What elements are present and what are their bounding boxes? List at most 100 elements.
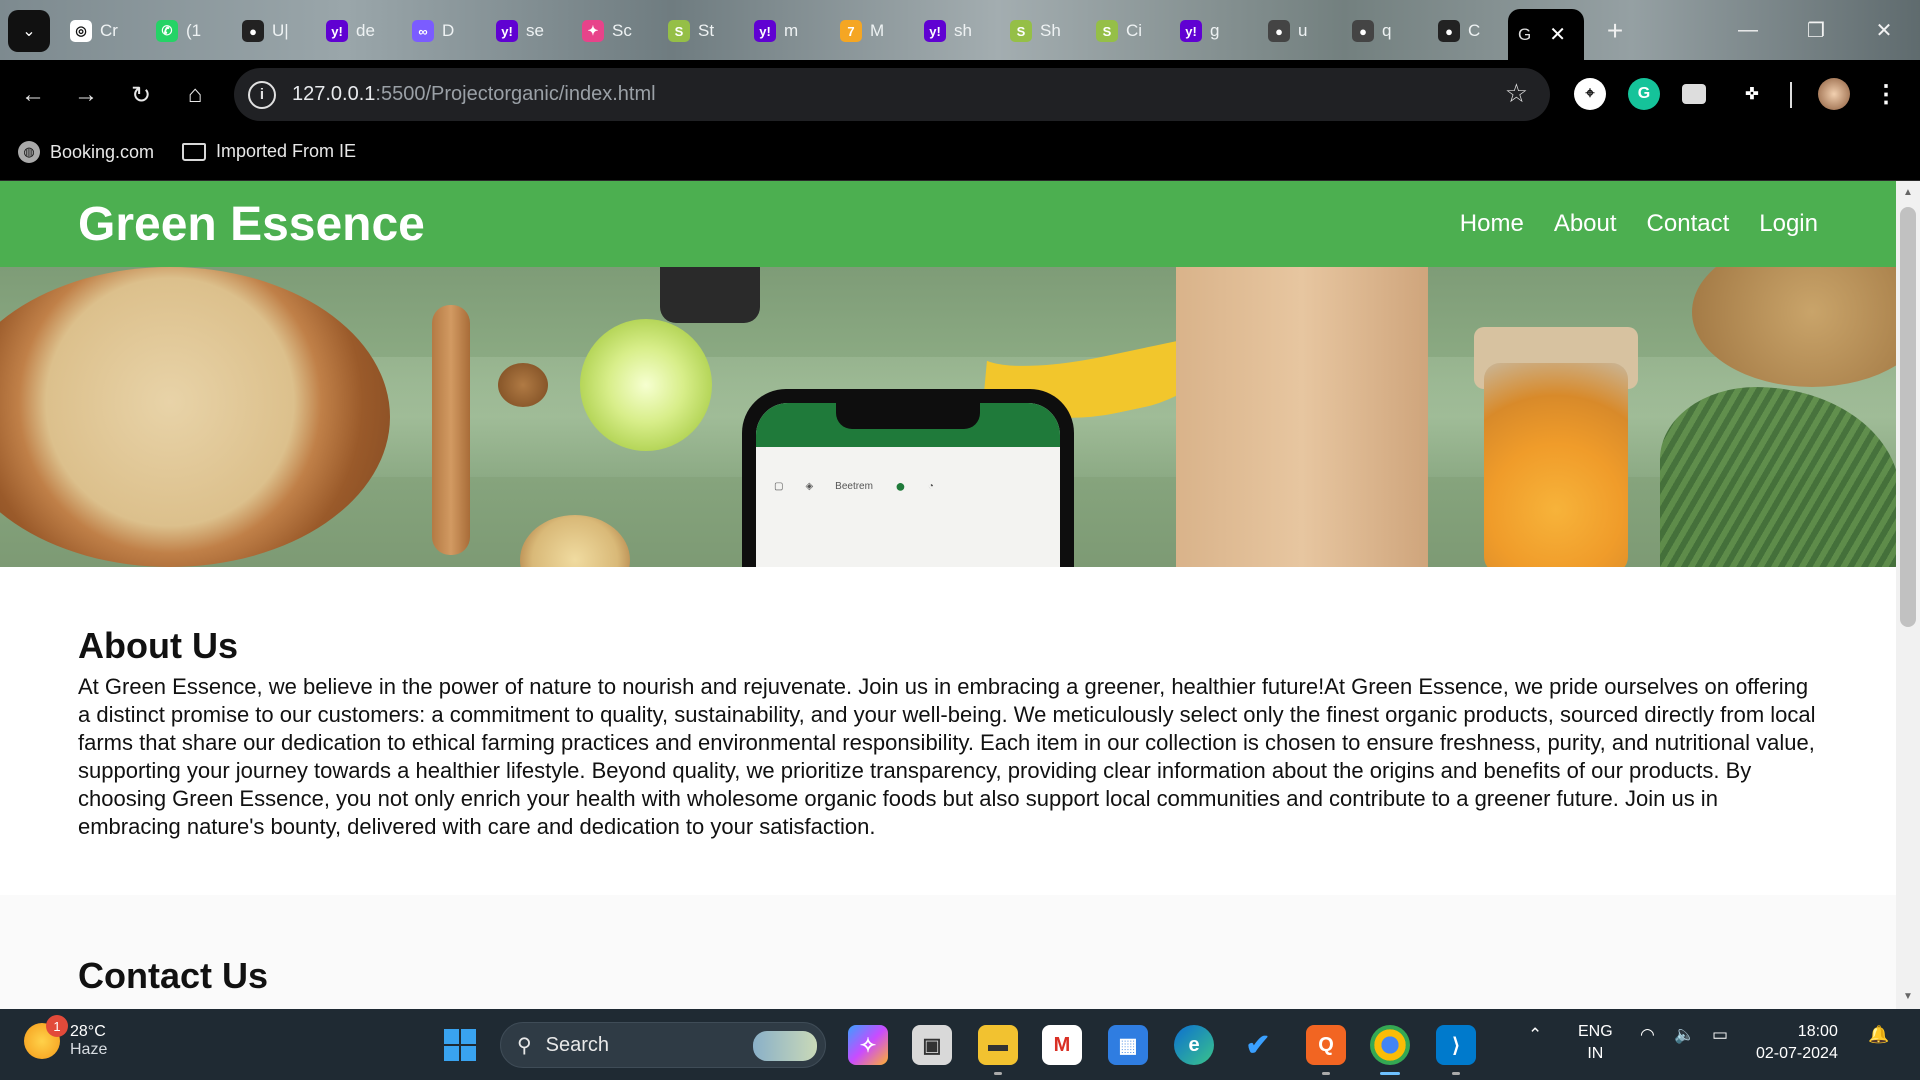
task-view-icon[interactable]: ▣ <box>912 1025 952 1065</box>
browser-tab[interactable]: ∞ D <box>412 12 484 50</box>
q-app-icon[interactable]: Q <box>1306 1025 1346 1075</box>
clock[interactable]: 18:00 02-07-2024 <box>1756 1021 1838 1065</box>
browser-tab[interactable]: ● C <box>1438 12 1510 50</box>
extension-cursor-icon[interactable]: ⌖ <box>1574 78 1606 110</box>
reload-button[interactable]: ↻ <box>122 76 160 114</box>
menu-kebab-icon[interactable]: ⋮ <box>1870 78 1902 110</box>
browser-tab-strip: ⌄ ◎ Cr ✆ (1 ● U| y! de ∞ Dy! se ✦ Sc S St y! m 7 My! sh S Sh S… <box>0 0 1920 60</box>
page-viewport: Green Essence Home About Contact Login ▢… <box>0 181 1920 1009</box>
hero-phone: ▢ ◈ Beetrem ● ◔ <box>742 389 1074 567</box>
hero-phone-leaf-icon: ◈ <box>805 480 814 492</box>
weather-widget[interactable]: 1 28°C Haze <box>24 1015 107 1059</box>
tab-title: C <box>1468 21 1481 40</box>
site-brand[interactable]: Green Essence <box>78 197 425 252</box>
windows-taskbar: 1 28°C Haze ⚲ Search ✧ ▣ ▬ M ▦ e ✔ Q ⟩ ⌃… <box>0 1009 1920 1080</box>
browser-tab[interactable]: ◎ Cr <box>70 12 142 50</box>
tab-active[interactable]: G ✕ <box>1508 9 1584 60</box>
grammarly-icon[interactable]: G <box>1628 78 1660 110</box>
tab-search-icon[interactable] <box>1682 84 1706 104</box>
hero-spoon-head <box>520 515 630 567</box>
nav-contact-link[interactable]: Contact <box>1647 210 1730 238</box>
search-placeholder: Search <box>545 1033 610 1056</box>
vscode-icon[interactable]: ⟩ <box>1436 1025 1476 1075</box>
browser-tab[interactable]: ✆ (1 <box>156 12 228 50</box>
weather-temp: 28°C <box>70 1023 106 1040</box>
chrome-icon[interactable] <box>1370 1025 1410 1075</box>
forward-button[interactable]: → <box>67 76 105 114</box>
nav-about-link[interactable]: About <box>1554 210 1617 238</box>
browser-tab[interactable]: ● q <box>1352 12 1424 50</box>
tab-title: q <box>1382 21 1392 40</box>
restore-icon: ❐ <box>1807 19 1825 42</box>
tab-search-button[interactable]: ⌄ <box>8 10 50 52</box>
wifi-icon[interactable]: ◠ <box>1640 1025 1655 1045</box>
close-tab-icon[interactable]: ✕ <box>1549 22 1566 47</box>
toolbar-divider <box>1790 82 1792 108</box>
browser-tab[interactable]: ● u <box>1268 12 1340 50</box>
site-info-icon[interactable]: i <box>248 80 276 109</box>
scroll-up-arrow-icon[interactable]: ▲ <box>1902 187 1914 198</box>
copilot-icon[interactable]: ✧ <box>848 1025 888 1065</box>
start-button[interactable] <box>444 1029 476 1061</box>
browser-tab[interactable]: ● U| <box>242 12 314 50</box>
running-indicator <box>994 1072 1002 1075</box>
bookmark-star-icon[interactable]: ☆ <box>1505 78 1528 109</box>
browser-tab[interactable]: y! g <box>1180 12 1252 50</box>
github-icon: ● <box>1268 20 1290 42</box>
hero-phone-dot-icon: ● <box>894 475 906 496</box>
browser-tab[interactable]: S Sh <box>1010 12 1082 50</box>
browser-tab[interactable]: S Ci <box>1096 12 1168 50</box>
browser-tab[interactable]: ✦ Sc <box>582 12 654 50</box>
restore-button[interactable]: ❐ <box>1796 12 1836 48</box>
nav-login-link[interactable]: Login <box>1759 210 1818 238</box>
close-icon: ✕ <box>1875 19 1893 42</box>
running-indicator <box>1322 1072 1330 1075</box>
hero-phone-item-icon: ▢ <box>774 480 784 492</box>
bookmark-booking[interactable]: ◍ Booking.com <box>18 141 154 163</box>
address-bar[interactable]: i 127.0.0.1:5500/Projectorganic/index.ht… <box>234 68 1550 121</box>
battery-icon[interactable]: ▭ <box>1712 1025 1728 1045</box>
browser-tab[interactable]: S St <box>668 12 740 50</box>
hero-lime <box>580 319 712 451</box>
arrow-left-icon: ← <box>21 81 45 108</box>
file-explorer-icon[interactable]: ▬ <box>978 1025 1018 1075</box>
nav-home-link[interactable]: Home <box>1460 210 1524 238</box>
gmail-icon[interactable]: M <box>1042 1025 1082 1065</box>
yahoo-icon: y! <box>1180 20 1202 42</box>
taskbar-search-box[interactable]: ⚲ Search <box>500 1022 826 1068</box>
browser-tab[interactable]: y! m <box>754 12 826 50</box>
new-tab-button[interactable]: + <box>1598 14 1632 48</box>
tab-title: U| <box>272 21 289 40</box>
bookmark-folder-imported[interactable]: Imported From IE <box>182 141 356 162</box>
hero-phone-text: Beetrem <box>835 480 873 492</box>
browser-tab[interactable]: y! sh <box>924 12 996 50</box>
back-button[interactable]: ← <box>14 76 52 114</box>
volume-icon[interactable]: 🔈 <box>1674 1025 1695 1045</box>
hero-jar-top <box>660 267 760 323</box>
browser-tab[interactable]: y! de <box>326 12 398 50</box>
todo-check-icon[interactable]: ✔ <box>1238 1025 1278 1065</box>
about-text: At Green Essence, we believe in the powe… <box>78 674 1816 839</box>
tab-title: D <box>442 21 455 40</box>
bookmark-label: Booking.com <box>50 141 155 162</box>
language-indicator[interactable]: ENG IN <box>1578 1021 1613 1065</box>
minimize-button[interactable]: — <box>1728 12 1768 48</box>
calendar-icon[interactable]: ▦ <box>1108 1025 1148 1065</box>
show-hidden-icons-chevron-icon[interactable]: ⌃ <box>1528 1025 1542 1045</box>
folder-icon <box>182 142 206 161</box>
close-window-button[interactable]: ✕ <box>1864 12 1904 48</box>
scroll-down-arrow-icon[interactable]: ▼ <box>1902 991 1914 1002</box>
vertical-scrollbar[interactable]: ▲ ▼ <box>1896 181 1920 1009</box>
browser-tab[interactable]: y! se <box>496 12 568 50</box>
home-button[interactable]: ⌂ <box>176 76 214 114</box>
tab-title: de <box>356 21 375 40</box>
extensions-puzzle-icon[interactable]: ✜ <box>1736 78 1768 110</box>
profile-avatar[interactable] <box>1818 78 1850 110</box>
windows-logo-icon <box>444 1029 459 1044</box>
notification-bell-icon[interactable]: 🔔 <box>1868 1025 1889 1045</box>
url-text[interactable]: 127.0.0.1:5500/Projectorganic/index.html <box>292 83 656 106</box>
scrollbar-thumb[interactable] <box>1900 207 1916 627</box>
edge-icon[interactable]: e <box>1174 1025 1214 1065</box>
browser-tab[interactable]: 7M <box>840 12 912 50</box>
hero-phone-notch <box>836 403 980 429</box>
